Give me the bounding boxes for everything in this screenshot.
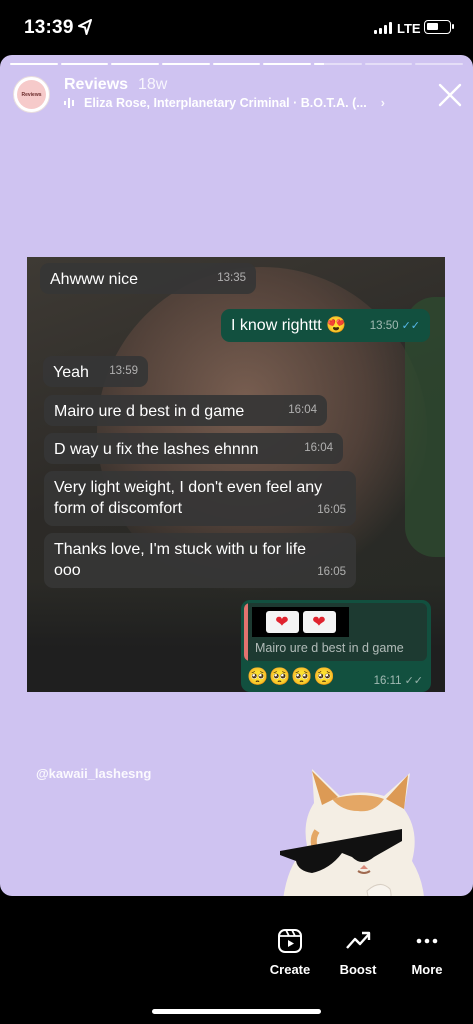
- message-text: Mairo ure d best in d game: [54, 403, 245, 420]
- status-bar: 13:39 LTE: [0, 0, 473, 54]
- message-time: 16:05: [317, 566, 346, 578]
- chat-message: Mairo ure d best in d game 16:04: [44, 395, 327, 426]
- story-posted-ago: 18w: [138, 76, 168, 93]
- chevron-right-icon: ›: [380, 96, 385, 110]
- creator-handle[interactable]: @kawaii_lashesng: [36, 766, 151, 781]
- location-arrow-icon: [78, 19, 92, 35]
- chat-message: I know righttt 😍 13:50 ✓✓: [221, 309, 430, 342]
- boost-label: Boost: [339, 962, 377, 977]
- progress-segment: [212, 63, 261, 65]
- battery-icon: [424, 20, 454, 34]
- network-type: LTE: [397, 21, 421, 36]
- reply-hearts: ❤ ❤: [252, 607, 349, 637]
- message-text: Very light weight, I don't even feel any…: [54, 479, 323, 517]
- message-text: D way u fix the lashes ehnnn: [54, 441, 259, 458]
- progress-segment: [60, 63, 109, 65]
- read-ticks-icon: ✓✓: [404, 675, 423, 687]
- reels-icon: [278, 929, 302, 953]
- create-label: Create: [269, 962, 311, 977]
- chat-message: D way u fix the lashes ehnnn 16:04: [44, 433, 343, 464]
- message-text: I know righttt 😍: [231, 317, 347, 334]
- audio-bars-icon: [64, 98, 74, 108]
- message-text: Ahwww nice: [50, 271, 139, 288]
- message-time: 16:11 ✓✓: [373, 675, 423, 687]
- reply-quote-text: Mairo ure d best in d game: [255, 641, 404, 655]
- chat-screenshot: Ahwww nice 13:35 I know righttt 😍 13:50 ✓…: [27, 257, 445, 692]
- story-username[interactable]: Reviews: [64, 76, 128, 94]
- progress-segment: [10, 63, 58, 65]
- more-button[interactable]: More: [392, 928, 462, 977]
- close-icon[interactable]: [438, 83, 462, 107]
- avatar[interactable]: Reviews: [13, 76, 50, 113]
- message-time: 13:50 ✓✓: [369, 320, 420, 332]
- chat-message: Yeah 13:59: [43, 356, 148, 387]
- cat-sunglasses-sticker[interactable]: [262, 761, 434, 896]
- story-progress: [10, 63, 464, 65]
- progress-segment: [364, 63, 413, 65]
- chat-message: Thanks love, I'm stuck with u for life o…: [44, 533, 356, 588]
- progress-segment: [111, 63, 160, 65]
- heart-icon: ❤: [265, 611, 299, 633]
- message-time: 16:04: [304, 442, 333, 454]
- message-text: 🥺🥺🥺🥺: [247, 667, 336, 686]
- more-icon: [416, 938, 438, 944]
- reply-quote: ❤ ❤ Mairo ure d best in d game: [244, 603, 427, 661]
- signal-icon: [374, 22, 392, 34]
- progress-segment: [415, 63, 464, 65]
- progress-segment: [263, 63, 312, 65]
- read-ticks-icon: ✓✓: [401, 320, 420, 332]
- message-text: Thanks love, I'm stuck with u for life o…: [54, 541, 307, 579]
- chat-message: Ahwww nice 13:35: [40, 263, 256, 294]
- message-time: 16:05: [317, 504, 346, 516]
- progress-segment: [162, 63, 210, 65]
- chat-message: Very light weight, I don't even feel any…: [44, 471, 356, 526]
- create-button[interactable]: Create: [255, 928, 325, 977]
- home-indicator[interactable]: [152, 1009, 321, 1014]
- message-time: 16:04: [288, 404, 317, 416]
- avatar-logo: Reviews: [17, 80, 46, 109]
- message-time: 13:35: [217, 272, 246, 284]
- trend-up-icon: [346, 931, 371, 949]
- status-time: 13:39: [24, 17, 74, 38]
- story-card[interactable]: Reviews Reviews 18w Eliza Rose, Interpla…: [0, 55, 473, 896]
- music-attribution[interactable]: Eliza Rose, Interplanetary Criminal · B.…: [64, 96, 424, 110]
- heart-icon: ❤: [302, 611, 336, 633]
- story-actions: Create Boost More: [0, 928, 473, 988]
- message-time: 13:59: [109, 365, 138, 377]
- music-label: Eliza Rose, Interplanetary Criminal · B.…: [84, 96, 367, 110]
- boost-button[interactable]: Boost: [323, 928, 393, 977]
- progress-segment: [314, 63, 362, 65]
- chat-message: 🥺🥺🥺🥺 16:11 ✓✓: [247, 667, 427, 689]
- message-text: Yeah: [53, 364, 89, 381]
- more-label: More: [411, 962, 443, 977]
